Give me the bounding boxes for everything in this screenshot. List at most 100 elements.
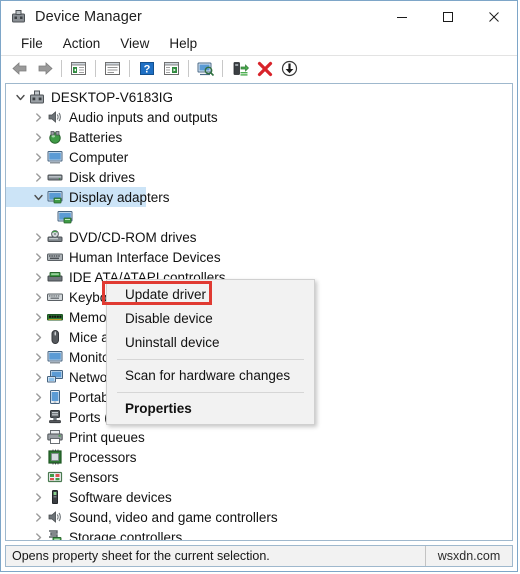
tree-row-processors[interactable]: Processors — [6, 447, 512, 467]
back-icon[interactable] — [7, 57, 32, 81]
tree-item-label: Batteries — [69, 129, 123, 145]
chevron-right-icon[interactable] — [30, 447, 46, 467]
printer-icon — [46, 428, 64, 446]
monitor-icon — [46, 348, 64, 366]
tree-item-label: Disk drives — [69, 169, 136, 185]
chevron-right-icon[interactable] — [30, 367, 46, 387]
tree-row-software-devices[interactable]: Software devices — [6, 487, 512, 507]
chevron-right-icon[interactable] — [30, 467, 46, 487]
tree-row-audio[interactable]: Audio inputs and outputs — [6, 107, 512, 127]
tree-row-storage-controllers[interactable]: Storage controllers — [6, 527, 512, 541]
display-adapter-child-icon — [56, 208, 74, 226]
chevron-right-icon[interactable] — [30, 427, 46, 447]
chevron-right-icon[interactable] — [30, 507, 46, 527]
tree-item-label: Print queues — [69, 429, 145, 445]
tree-row-sound-controllers[interactable]: Sound, video and game controllers — [6, 507, 512, 527]
scan-for-hardware-changes-icon[interactable] — [227, 57, 252, 81]
context-menu[interactable]: Update driver Disable device Uninstall d… — [106, 279, 315, 425]
tree-row-disk-drives[interactable]: Disk drives — [6, 167, 512, 187]
tree-row-dvd-drives[interactable]: DVD/CD-ROM drives — [6, 227, 512, 247]
chevron-right-icon[interactable] — [30, 287, 46, 307]
toolbar: ? — [1, 55, 517, 81]
toolbar-separator — [129, 60, 130, 77]
maximize-button[interactable] — [425, 1, 471, 32]
context-menu-item-scan-for-hardware-changes[interactable]: Scan for hardware changes — [107, 364, 314, 388]
refresh-devices-icon[interactable] — [193, 57, 218, 81]
chevron-right-icon[interactable] — [30, 227, 46, 247]
tree-root-label: DESKTOP-V6183IG — [51, 89, 174, 105]
watermark: wsxdn.com — [425, 546, 512, 566]
tree-row-display-adapter-child[interactable] — [6, 207, 512, 227]
ide-controller-icon — [46, 268, 64, 286]
chevron-right-icon[interactable] — [30, 327, 46, 347]
status-bar: Opens property sheet for the current sel… — [5, 545, 513, 567]
chevron-down-icon[interactable] — [30, 187, 46, 207]
context-menu-item-uninstall-device[interactable]: Uninstall device — [107, 331, 314, 355]
chevron-right-icon[interactable] — [30, 107, 46, 127]
chevron-right-icon[interactable] — [30, 527, 46, 540]
minimize-button[interactable] — [379, 1, 425, 32]
close-button[interactable] — [471, 1, 517, 32]
chevron-down-icon[interactable] — [12, 87, 28, 107]
tree-row-root[interactable]: DESKTOP-V6183IG — [6, 87, 512, 107]
tree-row-computer[interactable]: Computer — [6, 147, 512, 167]
tree-row-sensors[interactable]: Sensors — [6, 467, 512, 487]
processor-icon — [46, 448, 64, 466]
chevron-right-icon[interactable] — [30, 127, 46, 147]
toolbar-separator — [222, 60, 223, 77]
window-title: Device Manager — [35, 8, 142, 25]
view-devices-icon[interactable] — [159, 57, 184, 81]
status-bar-text: Opens property sheet for the current sel… — [12, 549, 270, 563]
context-menu-item-disable-device[interactable]: Disable device — [107, 307, 314, 331]
battery-icon — [46, 128, 64, 146]
tree-item-label: Human Interface Devices — [69, 249, 221, 265]
uninstall-device-icon[interactable] — [252, 57, 277, 81]
tree-row-print-queues[interactable]: Print queues — [6, 427, 512, 447]
tree-item-label: Display adapters — [69, 189, 170, 205]
properties-icon[interactable] — [100, 57, 125, 81]
device-manager-window: Device Manager File Action View Help ? D… — [0, 0, 518, 572]
chevron-right-icon[interactable] — [30, 387, 46, 407]
context-menu-item-update-driver[interactable]: Update driver — [107, 283, 314, 307]
toolbar-separator — [188, 60, 189, 77]
update-driver-icon[interactable] — [277, 57, 302, 81]
display-adapter-icon — [46, 188, 64, 206]
tree-row-display-adapters[interactable]: Display adapters — [6, 187, 512, 207]
svg-text:?: ? — [143, 64, 150, 76]
chevron-right-icon[interactable] — [30, 247, 46, 267]
chevron-right-icon[interactable] — [30, 267, 46, 287]
chevron-right-icon[interactable] — [30, 407, 46, 427]
forward-icon[interactable] — [32, 57, 57, 81]
menu-action[interactable]: Action — [53, 35, 111, 53]
tree-item-label: DVD/CD-ROM drives — [69, 229, 197, 245]
mouse-icon — [46, 328, 64, 346]
menu-view[interactable]: View — [110, 35, 159, 53]
device-manager-icon — [10, 8, 27, 25]
menu-file[interactable]: File — [11, 35, 53, 53]
chevron-right-icon[interactable] — [30, 487, 46, 507]
hid-icon — [46, 248, 64, 266]
tree-item-label: Sensors — [69, 469, 119, 485]
title-bar: Device Manager — [1, 1, 517, 32]
portable-device-icon — [46, 388, 64, 406]
chevron-right-icon[interactable] — [30, 347, 46, 367]
sensor-icon — [46, 468, 64, 486]
context-menu-separator — [117, 392, 304, 393]
chevron-right-icon[interactable] — [30, 147, 46, 167]
tree-item-label: Sound, video and game controllers — [69, 509, 278, 525]
chevron-right-icon[interactable] — [30, 167, 46, 187]
tree-row-batteries[interactable]: Batteries — [6, 127, 512, 147]
context-menu-item-properties[interactable]: Properties — [107, 397, 314, 421]
chevron-right-icon[interactable] — [30, 307, 46, 327]
tree-row-hid[interactable]: Human Interface Devices — [6, 247, 512, 267]
device-tree-panel[interactable]: DESKTOP-V6183IG Audio inputs and outputs — [5, 83, 513, 541]
tree-item-label: Storage controllers — [69, 529, 183, 541]
tree-item-label: Processors — [69, 449, 137, 465]
help-icon[interactable]: ? — [134, 57, 159, 81]
memory-icon — [46, 308, 64, 326]
menu-help[interactable]: Help — [159, 35, 207, 53]
show-hide-console-tree-icon[interactable] — [66, 57, 91, 81]
software-device-icon — [46, 488, 64, 506]
network-adapter-icon — [46, 368, 64, 386]
toolbar-separator — [95, 60, 96, 77]
